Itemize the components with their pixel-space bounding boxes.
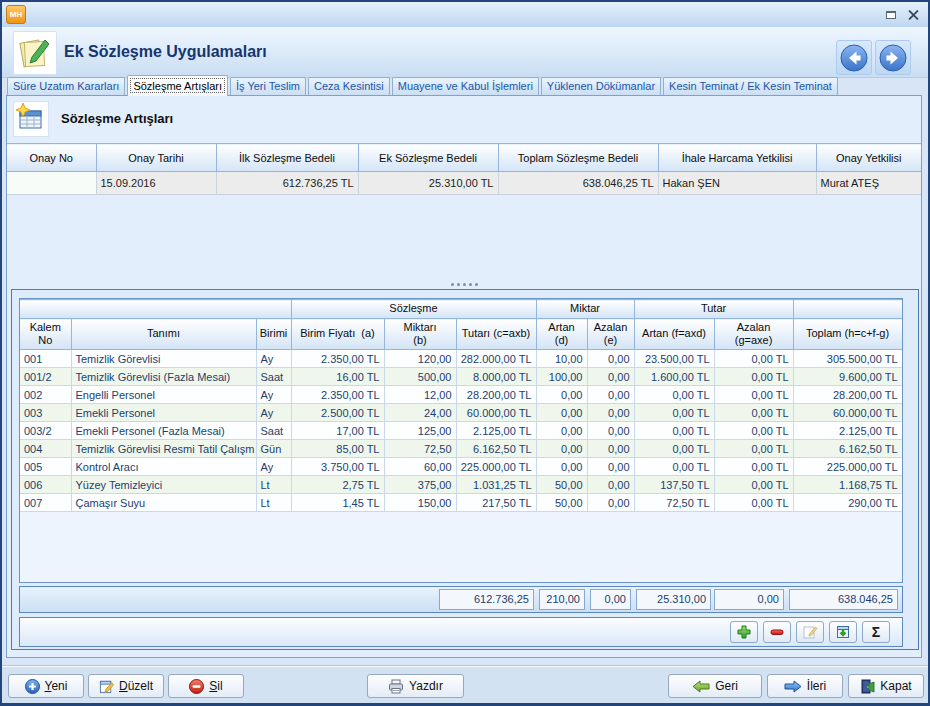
- plus-icon: [736, 624, 752, 640]
- col-azalan-g[interactable]: Azalan (g=axe): [714, 319, 793, 350]
- nav-forward-button[interactable]: [875, 40, 911, 75]
- total-tutari: 612.736,25: [439, 589, 534, 610]
- kapat-button[interactable]: Kapat: [848, 674, 924, 698]
- splitter-grip[interactable]: [7, 281, 921, 288]
- forward-arrow-icon: [784, 680, 802, 693]
- tab-yuklenen-dokumanlar[interactable]: Yüklenen Dökümanlar: [541, 77, 661, 95]
- col-onay-yetkilisi[interactable]: Onay Yetkilisi: [816, 144, 921, 172]
- delete-circle-icon: [189, 679, 204, 694]
- yazdir-button[interactable]: Yazdır: [367, 674, 464, 698]
- app-icon: [13, 31, 57, 75]
- group-blank-right: [793, 300, 902, 319]
- items-row[interactable]: 006 Yüzey Temizleyici Lt 2,75 TL 375,00 …: [20, 476, 902, 494]
- items-group-header-row: Sözleşme Miktar Tutar: [20, 300, 902, 319]
- col-tanimi[interactable]: Tanımı: [71, 319, 256, 350]
- items-grid: Sözleşme Miktar Tutar Kalem No Tanımı Bi…: [20, 299, 903, 512]
- back-arrow-icon: [692, 680, 710, 693]
- add-row-button[interactable]: [730, 621, 758, 643]
- tab-sure-uzatim-kararlari[interactable]: Süre Uzatım Kararları: [7, 77, 125, 95]
- title-bar: MH: [2, 2, 928, 27]
- col-artan-f[interactable]: Artan (f=axd): [634, 319, 714, 350]
- edit-row-button[interactable]: [796, 621, 824, 643]
- group-tutar: Tutar: [634, 300, 793, 319]
- section-icon: [13, 101, 49, 137]
- col-miktari[interactable]: Miktarı (b): [384, 319, 456, 350]
- approvals-row[interactable]: 15.09.2016 612.736,25 TL 25.310,00 TL 63…: [7, 172, 921, 195]
- items-row[interactable]: 004 Temizlik Görevlisi Resmi Tatil Çalış…: [20, 440, 902, 458]
- maximize-button[interactable]: [882, 7, 900, 23]
- items-row[interactable]: 001/2 Temizlik Görevlisi (Fazla Mesai) S…: [20, 368, 902, 386]
- exit-door-icon: [860, 679, 875, 694]
- close-icon: [908, 10, 919, 21]
- col-artan-d[interactable]: Artan (d): [536, 319, 587, 350]
- nav-back-button[interactable]: [836, 40, 872, 75]
- page-title: Ek Sözleşme Uygulamaları: [64, 27, 267, 77]
- col-toplam-sozlesme-bedeli[interactable]: Toplam Sözleşme Bedeli: [498, 144, 658, 172]
- items-gridbox: Sözleşme Miktar Tutar Kalem No Tanımı Bi…: [19, 298, 903, 583]
- duzelt-button[interactable]: Düzelt: [88, 674, 164, 698]
- close-button[interactable]: [904, 7, 922, 23]
- total-artan-f: 25.310,00: [636, 589, 711, 610]
- col-onay-tarihi[interactable]: Onay Tarihi: [96, 144, 216, 172]
- items-header-row: Kalem No Tanımı Birimi Birim Fiyatı (a) …: [20, 319, 902, 350]
- sil-button[interactable]: Sil: [168, 674, 244, 698]
- col-tutari[interactable]: Tutarı (c=axb): [456, 319, 536, 350]
- tab-kesin-teminat[interactable]: Kesin Teminat / Ek Kesin Teminat: [663, 77, 838, 95]
- items-row[interactable]: 003 Emekli Personel Ay 2.500,00 TL 24,00…: [20, 404, 902, 422]
- sum-button[interactable]: Σ: [862, 621, 890, 643]
- tab-is-yeri-teslim[interactable]: İş Yeri Teslim: [230, 77, 306, 95]
- col-azalan-e[interactable]: Azalan (e): [587, 319, 634, 350]
- totals-bar: 612.736,25 210,00 0,00 25.310,00 0,00 63…: [19, 586, 903, 613]
- yeni-button[interactable]: Yeni: [8, 674, 84, 698]
- tab-ceza-kesintisi[interactable]: Ceza Kesintisi: [308, 77, 390, 95]
- items-row[interactable]: 005 Kontrol Aracı Ay 3.750,00 TL 60,00 2…: [20, 458, 902, 476]
- group-blank-left: [20, 300, 291, 319]
- delete-row-button[interactable]: [763, 621, 791, 643]
- export-icon: [835, 624, 851, 640]
- tab-muayene-ve-kabul[interactable]: Muayene ve Kabul İşlemleri: [392, 77, 539, 95]
- items-row[interactable]: 003/2 Emekli Personel (Fazla Mesai) Saat…: [20, 422, 902, 440]
- items-row[interactable]: 002 Engelli Personel Ay 2.350,00 TL 12,0…: [20, 386, 902, 404]
- col-kalem-no[interactable]: Kalem No: [20, 319, 71, 350]
- col-birim-fiyati[interactable]: Birim Fiyatı (a): [291, 319, 384, 350]
- section-title: Sözleşme Artışları: [61, 101, 173, 135]
- tab-strip: Süre Uzatım Kararları Sözleşme Artışları…: [6, 77, 924, 95]
- edit-icon: [802, 624, 818, 640]
- tab-page: Sözleşme Artışları Onay No Onay Tarihi İ…: [6, 95, 922, 658]
- app-badge-icon: MH: [6, 5, 26, 24]
- col-onay-no[interactable]: Onay No: [7, 144, 96, 172]
- geri-button[interactable]: Geri: [668, 674, 762, 698]
- sigma-icon: Σ: [872, 625, 880, 639]
- col-ek-sozlesme-bedeli[interactable]: Ek Sözleşme Bedeli: [358, 144, 498, 172]
- total-azalan-g: 0,00: [714, 589, 784, 610]
- maximize-icon: [886, 11, 896, 19]
- tab-sozlesme-artislari[interactable]: Sözleşme Artışları: [127, 75, 228, 96]
- ileri-button[interactable]: İleri: [767, 674, 843, 698]
- total-azalan-e: 0,00: [590, 589, 631, 610]
- group-miktar: Miktar: [536, 300, 634, 319]
- col-ilk-sozlesme-bedeli[interactable]: İlk Sözleşme Bedeli: [216, 144, 358, 172]
- minus-icon: [769, 624, 785, 640]
- items-row[interactable]: 007 Çamaşır Suyu Lt 1,45 TL 150,00 217,5…: [20, 494, 902, 512]
- approvals-grid: Onay No Onay Tarihi İlk Sözleşme Bedeli …: [7, 143, 921, 195]
- edit-note-icon: [99, 679, 114, 694]
- new-plus-icon: [25, 679, 40, 694]
- total-artan-d: 210,00: [539, 589, 585, 610]
- col-toplam[interactable]: Toplam (h=c+f-g): [793, 319, 902, 350]
- export-button[interactable]: [829, 621, 857, 643]
- footer-bar: Yeni Düzelt Sil Yazdır Geri: [2, 666, 928, 704]
- approvals-header-row: Onay No Onay Tarihi İlk Sözleşme Bedeli …: [7, 144, 921, 172]
- grid-toolbar: Σ: [19, 617, 903, 647]
- group-sozlesme: Sözleşme: [291, 300, 536, 319]
- col-birimi[interactable]: Birimi: [256, 319, 291, 350]
- items-row[interactable]: 001 Temizlik Görevlisi Ay 2.350,00 TL 12…: [20, 350, 902, 368]
- printer-icon: [388, 679, 404, 694]
- items-panel: Sözleşme Miktar Tutar Kalem No Tanımı Bi…: [11, 289, 919, 650]
- total-toplam: 638.046,25: [789, 589, 898, 610]
- window-header: Ek Sözleşme Uygulamaları: [2, 27, 928, 78]
- col-ihale-harcama-yetkilisi[interactable]: İhale Harcama Yetkilisi: [658, 144, 816, 172]
